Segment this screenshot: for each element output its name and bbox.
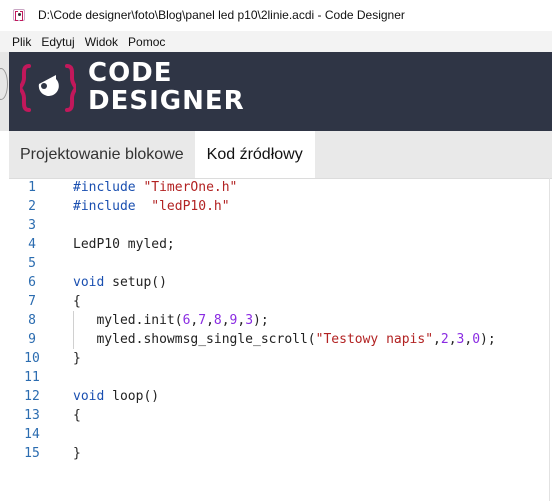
code-token: myled.init(: [73, 313, 183, 328]
code-line[interactable]: 9 myled.showmsg_single_scroll("Testowy n…: [0, 330, 552, 349]
code-token: );: [480, 332, 496, 347]
code-token: 0: [472, 332, 481, 347]
code-line[interactable]: 5: [0, 254, 552, 273]
code-line[interactable]: 3: [0, 216, 552, 235]
code-editor[interactable]: 1 #include "TimerOne.h" 2 #include "ledP10.…: [0, 178, 552, 501]
code-token: 2: [440, 332, 449, 347]
line-number: 10: [24, 351, 40, 366]
indent-guide: [73, 311, 74, 349]
code-text: myled.init(6,7,8,9,3);: [73, 311, 269, 330]
tab-block-design[interactable]: Projektowanie blokowe: [9, 131, 195, 178]
code-token: "TimerOne.h": [143, 180, 238, 195]
line-number: 9: [28, 332, 36, 347]
code-token: LedP10 myled;: [73, 237, 175, 252]
line-number: 1: [28, 180, 36, 195]
code-token: }: [73, 446, 81, 461]
line-number: 13: [24, 408, 40, 423]
menu-plik[interactable]: Plik: [8, 35, 35, 49]
code-token: ,: [206, 313, 214, 328]
code-line[interactable]: 11: [0, 368, 552, 387]
code-line[interactable]: 10}: [0, 349, 552, 368]
code-text: #include "ledP10.h": [73, 197, 230, 216]
code-line[interactable]: 14: [0, 425, 552, 444]
code-designer-logo-icon: [20, 64, 76, 112]
line-number: 7: [28, 294, 36, 309]
code-token: loop(): [104, 389, 160, 404]
code-line[interactable]: 13 {: [0, 406, 552, 425]
code-line[interactable]: 6 void setup(): [0, 273, 552, 292]
code-token: myled.showmsg_single_scroll(: [73, 332, 316, 347]
code-text: }: [73, 444, 81, 463]
line-number: 12: [24, 389, 40, 404]
view-tabs: Projektowanie blokowe Kod źródłowy: [9, 131, 552, 178]
code-token: ,: [448, 332, 457, 347]
menu-pomoc[interactable]: Pomoc: [124, 35, 169, 49]
code-line[interactable]: 8 myled.init(6,7,8,9,3);: [0, 311, 552, 330]
code-token: );: [253, 313, 269, 328]
logo-line2: DESIGNER: [88, 86, 245, 116]
app-icon: [13, 9, 25, 21]
code-text: {: [73, 292, 81, 311]
tab-source-code[interactable]: Kod źródłowy: [194, 131, 315, 178]
code-token: 7: [198, 313, 207, 328]
app-header: [0, 52, 552, 131]
code-token: 8: [213, 313, 222, 328]
line-number: 2: [28, 199, 36, 214]
menu-edytuj[interactable]: Edytuj: [37, 35, 78, 49]
code-text: myled.showmsg_single_scroll("Testowy nap…: [73, 330, 496, 349]
code-line[interactable]: 12 void loop(): [0, 387, 552, 406]
logo-line1: CODE: [88, 58, 173, 88]
code-text: void loop(): [73, 387, 159, 406]
logo-wordmark: CODE DESIGNER: [88, 60, 245, 116]
code-token: }: [73, 351, 81, 366]
code-line[interactable]: 7{: [0, 292, 552, 311]
line-number: 14: [24, 427, 40, 442]
code-token: {: [73, 294, 81, 309]
code-line[interactable]: 1 #include "TimerOne.h": [0, 178, 552, 197]
code-token: void: [73, 389, 105, 404]
code-token: 3: [245, 313, 254, 328]
code-text: {: [73, 406, 81, 425]
line-number: 8: [28, 313, 36, 328]
line-number: 11: [24, 370, 40, 385]
left-panel-edge: [0, 52, 9, 131]
menu-bar: Plik Edytuj Widok Pomoc: [0, 31, 552, 52]
code-token: "ledP10.h": [151, 199, 230, 214]
code-token: setup(): [104, 275, 167, 290]
code-token: ,: [433, 332, 441, 347]
line-number: 4: [28, 237, 36, 252]
code-token: #include: [73, 199, 136, 214]
code-token: ,: [221, 313, 230, 328]
code-token: "Testowy napis": [315, 332, 434, 347]
code-token: {: [73, 408, 81, 423]
line-number: 3: [28, 218, 36, 233]
window-title: D:\Code designer\foto\Blog\panel led p10…: [38, 8, 405, 22]
menu-widok[interactable]: Widok: [81, 35, 122, 49]
title-bar: D:\Code designer\foto\Blog\panel led p10…: [0, 0, 552, 31]
code-line[interactable]: 15}: [0, 444, 552, 463]
code-token: void: [73, 275, 105, 290]
code-text: #include "TimerOne.h": [73, 178, 237, 197]
code-token: #include: [73, 180, 136, 195]
code-text: }: [73, 349, 81, 368]
code-line[interactable]: 2 #include "ledP10.h": [0, 197, 552, 216]
code-text: LedP10 myled;: [73, 235, 175, 254]
line-number: 5: [28, 256, 36, 271]
line-number: 15: [24, 446, 40, 461]
code-token: ,: [464, 332, 473, 347]
line-number: 6: [28, 275, 36, 290]
code-line[interactable]: 4 LedP10 myled;: [0, 235, 552, 254]
code-text: void setup(): [73, 273, 167, 292]
